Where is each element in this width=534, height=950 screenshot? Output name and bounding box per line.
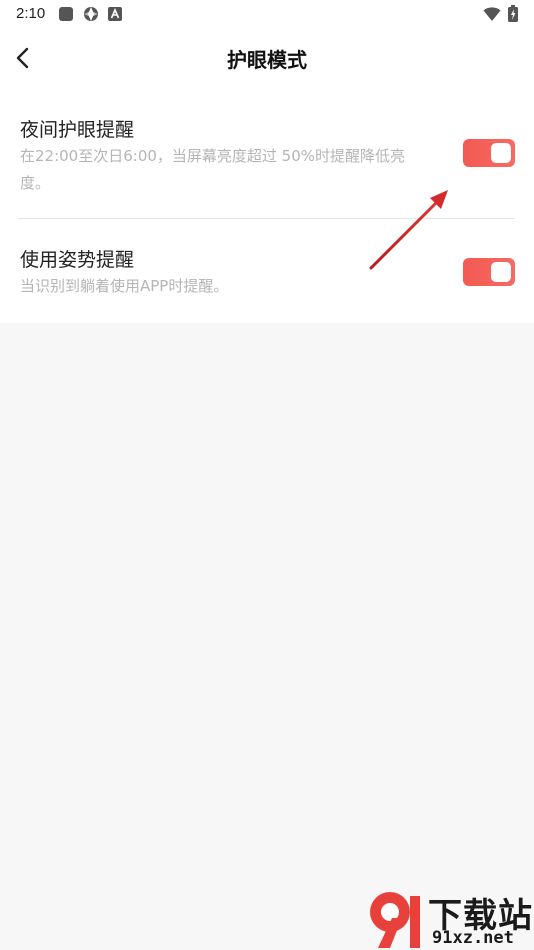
watermark-en: 91xz.net (432, 928, 514, 948)
status-bar: 2:10 (0, 0, 534, 28)
annotation-arrow-icon (369, 190, 448, 270)
aperture-icon (84, 7, 98, 21)
a-badge-icon (108, 7, 122, 21)
setting-title: 夜间护眼提醒 (20, 119, 135, 141)
wifi-icon (483, 7, 501, 21)
square-notification-icon (59, 7, 73, 21)
toggle-knob (491, 143, 511, 163)
status-time: 2:10 (16, 5, 46, 22)
night-eye-care-toggle[interactable] (463, 139, 515, 167)
posture-reminder-toggle[interactable] (463, 258, 515, 286)
app-bar: 护眼模式 (0, 28, 534, 90)
watermark: 下载站 91xz.net (360, 888, 534, 950)
page-title: 护眼模式 (227, 48, 307, 72)
setting-title: 使用姿势提醒 (20, 249, 135, 271)
battery-charging-icon (508, 5, 518, 22)
toggle-knob (491, 262, 511, 282)
site-logo-icon (370, 892, 420, 948)
